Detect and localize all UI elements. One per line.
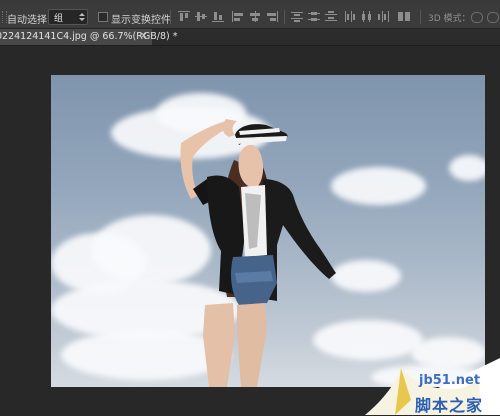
align-horizontal-center-icon[interactable] xyxy=(249,11,261,22)
align-left-icon[interactable] xyxy=(232,11,244,22)
distribute-horizontal-center-icon[interactable] xyxy=(361,11,373,22)
align-right-icon[interactable] xyxy=(266,11,278,22)
distribute-top-icon[interactable] xyxy=(291,11,303,22)
show-transform-checkbox[interactable] xyxy=(98,12,108,22)
document-title: 0224124141C4.jpg @ 66.7%(RGB/8) * xyxy=(0,31,178,42)
align-top-icon[interactable] xyxy=(178,11,190,22)
auto-align-layers-icon[interactable] xyxy=(398,11,410,22)
auto-select-value: 组 xyxy=(54,14,64,24)
close-icon[interactable]: × xyxy=(140,31,148,41)
rotate-3d-icon[interactable] xyxy=(471,12,483,23)
distribute-vertical-center-icon[interactable] xyxy=(308,11,320,22)
align-bottom-icon[interactable] xyxy=(212,11,224,22)
document-tab-bar: 0224124141C4.jpg @ 66.7%(RGB/8) * × xyxy=(0,29,500,46)
site-watermark: jb51.net 脚本之家 xyxy=(355,340,500,415)
watermark-site: jb51.net xyxy=(419,373,481,388)
show-transform-label: 显示变换控件 xyxy=(111,15,171,26)
mode-3d-label: 3D 模式： xyxy=(428,14,471,24)
auto-select-dropdown[interactable]: 组 xyxy=(48,9,88,25)
roll-3d-icon[interactable] xyxy=(487,12,499,23)
options-bar: 自动选择： 组 显示变换控件 3D 模式： xyxy=(0,6,500,29)
tab-document[interactable]: 0224124141C4.jpg @ 66.7%(RGB/8) * × xyxy=(0,29,177,45)
align-vertical-center-icon[interactable] xyxy=(195,11,207,22)
divider xyxy=(284,10,285,24)
divider xyxy=(170,10,171,24)
divider xyxy=(420,10,421,24)
distribute-left-icon[interactable] xyxy=(344,11,356,22)
chevron-updown-icon xyxy=(79,13,85,21)
distribute-right-icon[interactable] xyxy=(378,11,390,22)
watermark-name: 脚本之家 xyxy=(415,396,484,415)
distribute-bottom-icon[interactable] xyxy=(325,11,337,22)
